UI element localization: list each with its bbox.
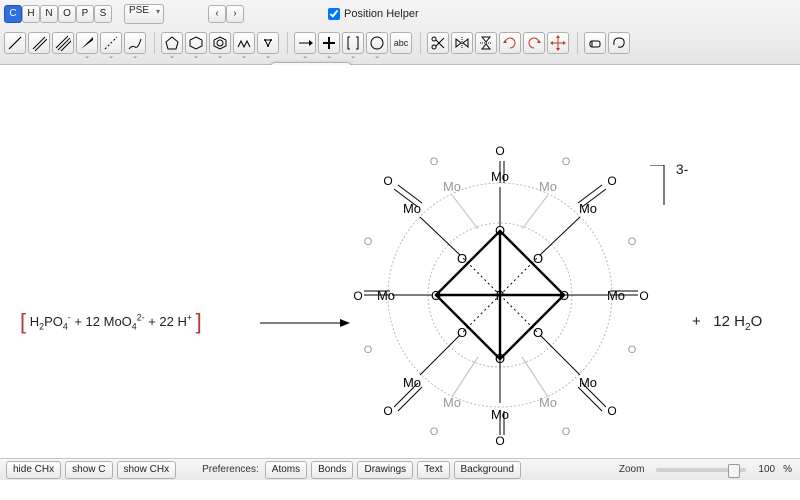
svg-text:O: O bbox=[457, 325, 467, 340]
show-chx-button[interactable]: show CHx bbox=[117, 461, 177, 479]
svg-text:Mo: Mo bbox=[403, 201, 421, 216]
plus-tool[interactable]: ⌄ bbox=[318, 32, 340, 54]
atom-row: C H N O P S PSE ‹ › Position Helper bbox=[0, 0, 800, 28]
move-tool[interactable] bbox=[547, 32, 569, 54]
position-helper-label: Position Helper bbox=[344, 8, 419, 20]
svg-text:O: O bbox=[533, 325, 543, 340]
arrow-tool[interactable]: ⌄ bbox=[294, 32, 316, 54]
rhs-plus-water: + 12 H2O bbox=[692, 313, 762, 330]
tool-row: ⌄ ⌄ ⌄ ⌄ ⌄ ⌄ ⌄ ⌄ ⌄ ⌄ ⌄ ⌄ abc bbox=[0, 28, 800, 64]
mirror-v-tool[interactable] bbox=[475, 32, 497, 54]
svg-text:O: O bbox=[607, 174, 616, 188]
mirror-h-tool[interactable] bbox=[451, 32, 473, 54]
show-c-button[interactable]: show C bbox=[65, 461, 112, 479]
transform-tool-group bbox=[427, 32, 578, 54]
ring-benzene-tool[interactable]: ⌄ bbox=[209, 32, 231, 54]
atom-o-button[interactable]: O bbox=[58, 5, 76, 23]
ring-pentagon-tool[interactable]: ⌄ bbox=[161, 32, 183, 54]
rotate-a-tool[interactable] bbox=[499, 32, 521, 54]
zoom-slider-knob[interactable] bbox=[728, 464, 740, 478]
position-helper-checkbox[interactable]: Position Helper bbox=[328, 8, 419, 20]
zoom-value: 100 bbox=[758, 464, 775, 475]
svg-text:O: O bbox=[562, 426, 571, 438]
text-tool[interactable]: abc bbox=[390, 32, 412, 54]
svg-text:O: O bbox=[639, 289, 648, 303]
ring-tool-group: ⌄ ⌄ ⌄ ⌄ ⌄ bbox=[161, 32, 288, 54]
next-button[interactable]: › bbox=[226, 5, 244, 23]
svg-text:O: O bbox=[495, 144, 504, 158]
svg-text:O: O bbox=[353, 289, 362, 303]
bracket-tool[interactable]: ⌄ bbox=[342, 32, 364, 54]
pref-drawings-button[interactable]: Drawings bbox=[357, 461, 413, 479]
preferences-label: Preferences: bbox=[202, 464, 259, 475]
ring-hexagon-tool[interactable]: ⌄ bbox=[185, 32, 207, 54]
bond-triple-tool[interactable] bbox=[52, 32, 74, 54]
svg-text:Mo: Mo bbox=[443, 179, 461, 194]
svg-text:Mo: Mo bbox=[579, 375, 597, 390]
zoom-slider[interactable] bbox=[656, 468, 746, 472]
annotation-tool-group: ⌄ ⌄ ⌄ ⌄ abc bbox=[294, 32, 421, 54]
svg-text:Mo: Mo bbox=[539, 395, 557, 410]
bond-tool-group: ⌄ ⌄ ⌄ bbox=[4, 32, 155, 54]
svg-text:O: O bbox=[562, 156, 571, 168]
status-bar: hide CHx show C show CHx Preferences: At… bbox=[0, 458, 800, 480]
svg-text:O: O bbox=[628, 236, 637, 248]
svg-text:Mo: Mo bbox=[539, 179, 557, 194]
ring-chain-tool[interactable]: ⌄ bbox=[233, 32, 255, 54]
circle-tool[interactable]: ⌄ bbox=[366, 32, 388, 54]
ring-misc-tool[interactable]: ⌄ bbox=[257, 32, 279, 54]
misc-tool-group bbox=[584, 32, 638, 54]
eraser-tool[interactable] bbox=[584, 32, 606, 54]
reaction-lhs: [ H2PO4- + 12 MoO42- + 22 H+ ] bbox=[20, 306, 202, 332]
svg-text:O: O bbox=[383, 404, 392, 418]
svg-text:O: O bbox=[383, 174, 392, 188]
atom-h-button[interactable]: H bbox=[22, 5, 40, 23]
rotate-b-tool[interactable] bbox=[523, 32, 545, 54]
svg-text:O: O bbox=[431, 288, 441, 303]
pref-bonds-button[interactable]: Bonds bbox=[311, 461, 353, 479]
position-helper-input[interactable] bbox=[328, 8, 340, 20]
product-structure: P OO OO OO OO MoMo MoMo MoMo MoMo MoMo M… bbox=[340, 135, 660, 458]
prev-button[interactable]: ‹ bbox=[208, 5, 226, 23]
svg-text:O: O bbox=[430, 156, 439, 168]
zoom-percent: % bbox=[783, 464, 792, 475]
atom-p-button[interactable]: P bbox=[76, 5, 94, 23]
bond-single-tool[interactable] bbox=[4, 32, 26, 54]
bond-double-tool[interactable] bbox=[28, 32, 50, 54]
svg-text:O: O bbox=[364, 236, 373, 248]
lhs-bracket-right: ] bbox=[196, 309, 202, 334]
nav-group: ‹ › bbox=[208, 5, 244, 23]
product-charge: 3- bbox=[650, 165, 686, 205]
charge-value: 3- bbox=[676, 161, 688, 177]
svg-text:O: O bbox=[364, 344, 373, 356]
lhs-bracket-left: [ bbox=[20, 309, 26, 334]
atom-c-button[interactable]: C bbox=[4, 5, 22, 23]
hide-chx-button[interactable]: hide CHx bbox=[6, 461, 61, 479]
bond-wavy-tool[interactable]: ⌄ bbox=[124, 32, 146, 54]
svg-text:Mo: Mo bbox=[403, 375, 421, 390]
pref-background-button[interactable]: Background bbox=[454, 461, 521, 479]
lhs-formula: H2PO4- + 12 MoO42- + 22 H+ bbox=[30, 314, 192, 329]
atom-n-button[interactable]: N bbox=[40, 5, 58, 23]
svg-text:Mo: Mo bbox=[579, 201, 597, 216]
pse-select[interactable]: PSE bbox=[124, 4, 164, 24]
zoom-label: Zoom bbox=[619, 464, 645, 475]
drawing-canvas[interactable]: [ H2PO4- + 12 MoO42- + 22 H+ ] bbox=[0, 65, 800, 480]
bond-dash-tool[interactable]: ⌄ bbox=[100, 32, 122, 54]
svg-text:O: O bbox=[628, 344, 637, 356]
reaction-arrow bbox=[260, 317, 350, 329]
atom-button-group: C H N O P S bbox=[4, 5, 112, 23]
svg-text:Mo: Mo bbox=[443, 395, 461, 410]
atom-s-button[interactable]: S bbox=[94, 5, 112, 23]
lasso-tool[interactable] bbox=[608, 32, 630, 54]
svg-text:O: O bbox=[607, 404, 616, 418]
svg-text:O: O bbox=[495, 434, 504, 448]
scissors-tool[interactable] bbox=[427, 32, 449, 54]
pref-text-button[interactable]: Text bbox=[417, 461, 449, 479]
svg-text:P: P bbox=[496, 288, 505, 303]
bond-wedge-tool[interactable]: ⌄ bbox=[76, 32, 98, 54]
pref-atoms-button[interactable]: Atoms bbox=[265, 461, 307, 479]
svg-text:O: O bbox=[430, 426, 439, 438]
toolbar: C H N O P S PSE ‹ › Position Helper ⌄ ⌄ … bbox=[0, 0, 800, 65]
